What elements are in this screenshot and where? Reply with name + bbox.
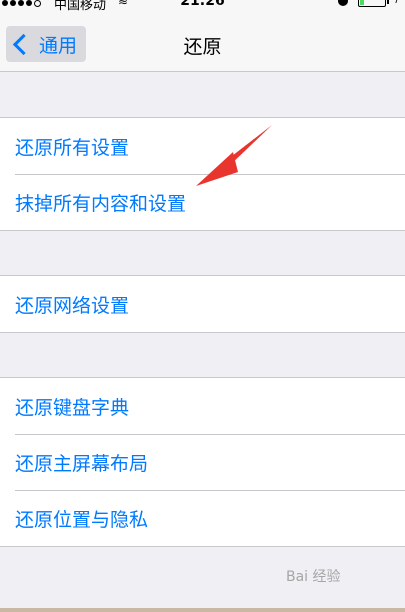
- reset-all-settings-cell[interactable]: 还原所有设置: [0, 118, 405, 174]
- navigation-bar: 通用 还原: [0, 12, 405, 72]
- status-bar: 中国移动 ≋ 21:26 ϟ: [0, 0, 405, 12]
- list-item-label: 抹掉所有内容和设置: [15, 192, 187, 215]
- list-item-label: 还原主屏幕布局: [15, 452, 149, 475]
- reset-home-screen-layout-cell[interactable]: 还原主屏幕布局: [0, 434, 405, 490]
- settings-group-2: 还原网络设置: [0, 275, 405, 333]
- charging-bolt-icon: ϟ: [392, 0, 399, 6]
- bottom-strip: [0, 608, 405, 612]
- settings-group-1: 还原所有设置 抹掉所有内容和设置: [0, 117, 405, 231]
- reset-keyboard-dictionary-cell[interactable]: 还原键盘字典: [0, 378, 405, 434]
- watermark-logo: Bai 经验: [286, 569, 341, 585]
- list-item-label: 还原所有设置: [15, 136, 130, 159]
- page-title: 还原: [183, 36, 222, 58]
- battery-level: [360, 0, 364, 5]
- settings-group-3: 还原键盘字典 还原主屏幕布局 还原位置与隐私: [0, 377, 405, 547]
- battery-tip: [387, 0, 389, 4]
- reset-location-privacy-cell[interactable]: 还原位置与隐私: [0, 490, 405, 546]
- list-item-label: 还原位置与隐私: [15, 508, 149, 531]
- erase-all-content-cell[interactable]: 抹掉所有内容和设置: [0, 174, 405, 230]
- reset-network-settings-cell[interactable]: 还原网络设置: [0, 276, 405, 332]
- battery-icon: [358, 0, 386, 7]
- list-item-label: 还原网络设置: [15, 294, 130, 317]
- list-item-label: 还原键盘字典: [15, 396, 130, 419]
